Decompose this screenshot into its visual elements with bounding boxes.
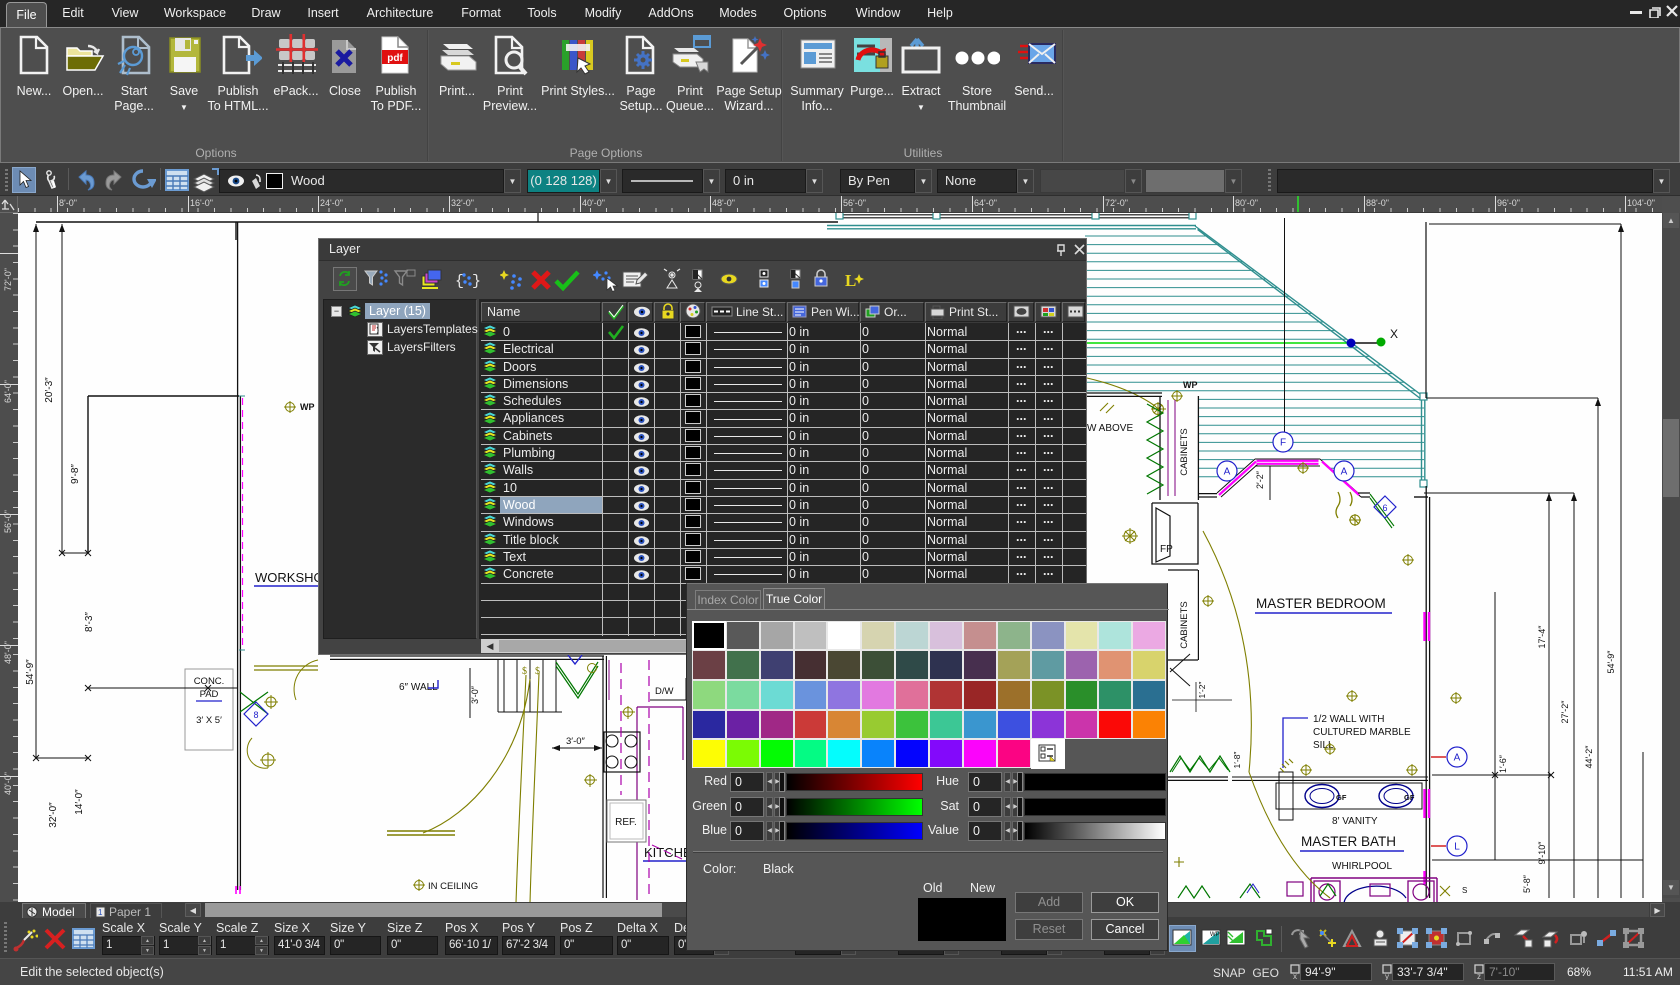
svg-text:1: 1 bbox=[98, 908, 103, 917]
svg-text:8: 8 bbox=[253, 710, 258, 720]
svg-text:2′-2″: 2′-2″ bbox=[1255, 470, 1265, 489]
svg-text:WHIRLPOOL: WHIRLPOOL bbox=[1332, 861, 1392, 872]
svg-text:27′-2″: 27′-2″ bbox=[1560, 700, 1570, 724]
svg-text:1′-8″: 1′-8″ bbox=[1232, 752, 1242, 769]
svg-text:x: x bbox=[1293, 972, 1297, 980]
svg-text:3′-0″: 3′-0″ bbox=[470, 685, 480, 704]
svg-text:X: X bbox=[1390, 327, 1398, 341]
svg-text:REF.: REF. bbox=[615, 817, 637, 828]
svg-text:CABINETS: CABINETS bbox=[1179, 601, 1190, 649]
svg-text:A: A bbox=[1341, 467, 1348, 478]
svg-text:3′ X 5′: 3′ X 5′ bbox=[196, 715, 222, 726]
svg-text:$: $ bbox=[522, 666, 527, 677]
svg-text:MASTER BEDROOM: MASTER BEDROOM bbox=[1256, 596, 1386, 611]
svg-text:WP: WP bbox=[1183, 380, 1198, 390]
svg-text:9′-8″: 9′-8″ bbox=[70, 464, 81, 484]
svg-text:20′-3″: 20′-3″ bbox=[44, 377, 55, 403]
svg-text:S: S bbox=[1462, 886, 1467, 895]
svg-text:A: A bbox=[1454, 753, 1461, 764]
svg-text:W ABOVE: W ABOVE bbox=[1087, 423, 1133, 434]
svg-text:y: y bbox=[1385, 972, 1389, 980]
svg-text:pdf: pdf bbox=[387, 53, 403, 64]
svg-text:1′-6″: 1′-6″ bbox=[1498, 754, 1508, 773]
svg-text:IN CEILING: IN CEILING bbox=[428, 881, 478, 892]
svg-text:}: } bbox=[472, 273, 481, 290]
svg-text:17′-4″: 17′-4″ bbox=[1537, 625, 1547, 649]
svg-text:14′-0″: 14′-0″ bbox=[74, 789, 85, 815]
svg-text:44′-2″: 44′-2″ bbox=[1584, 745, 1594, 769]
svg-text:FP: FP bbox=[1160, 544, 1173, 555]
svg-text:z: z bbox=[1477, 972, 1481, 980]
svg-text:CABINETS: CABINETS bbox=[1179, 428, 1190, 476]
svg-text:CULTURED MARBLE: CULTURED MARBLE bbox=[1313, 727, 1411, 738]
svg-text:MASTER BATH: MASTER BATH bbox=[1301, 834, 1396, 849]
svg-text:A: A bbox=[1224, 467, 1231, 478]
svg-text:GF: GF bbox=[1404, 793, 1415, 802]
svg-text:$: $ bbox=[535, 666, 540, 677]
svg-text:8′-3″: 8′-3″ bbox=[84, 612, 95, 632]
svg-text:54′-9″: 54′-9″ bbox=[25, 659, 36, 685]
svg-text:L: L bbox=[1454, 842, 1460, 853]
svg-text:CONC.: CONC. bbox=[194, 676, 225, 687]
svg-text:D/W: D/W bbox=[655, 686, 674, 697]
svg-text:8′ VANITY: 8′ VANITY bbox=[1332, 816, 1378, 827]
svg-text:L: L bbox=[845, 271, 856, 290]
svg-text:6: 6 bbox=[1382, 503, 1387, 513]
svg-text:32′-0″: 32′-0″ bbox=[48, 802, 59, 828]
svg-text:5′-8″: 5′-8″ bbox=[1522, 874, 1532, 893]
svg-text:PAD: PAD bbox=[200, 689, 219, 700]
svg-text:GF: GF bbox=[1336, 793, 1347, 802]
svg-text:9′-10″: 9′-10″ bbox=[1537, 841, 1547, 865]
svg-text:54′-9″: 54′-9″ bbox=[1606, 650, 1616, 674]
svg-text:3′-0″: 3′-0″ bbox=[566, 736, 586, 747]
svg-text:WP: WP bbox=[300, 402, 315, 412]
svg-text:1/2 WALL WITH: 1/2 WALL WITH bbox=[1313, 714, 1385, 725]
svg-text:F: F bbox=[1280, 438, 1286, 449]
svg-text:1′-2″: 1′-2″ bbox=[1197, 682, 1207, 699]
svg-text:WP: WP bbox=[1210, 932, 1220, 938]
